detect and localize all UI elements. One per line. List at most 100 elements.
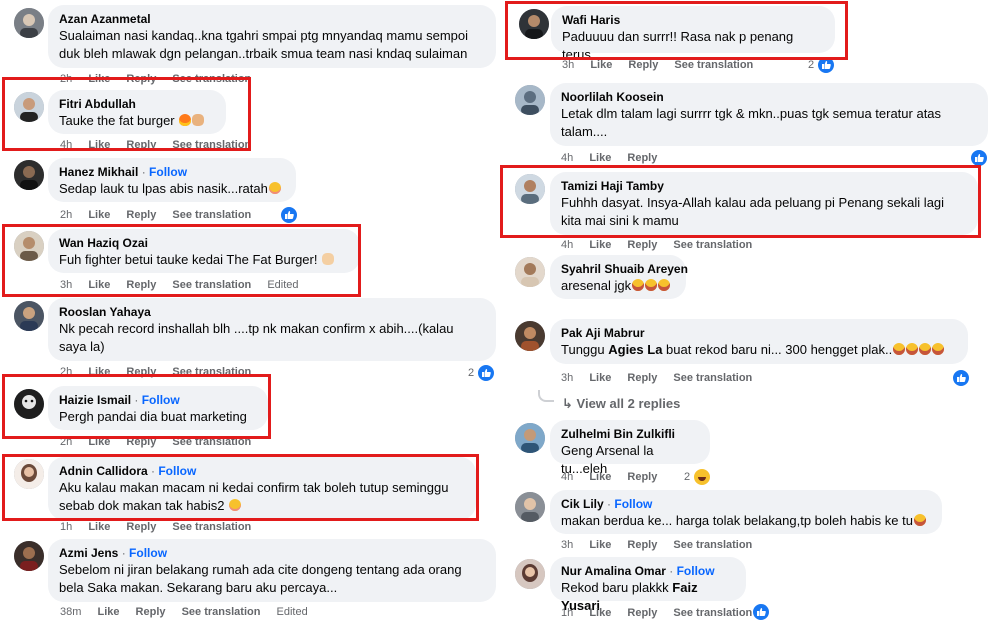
avatar[interactable] <box>515 559 545 589</box>
like-button[interactable]: Like <box>88 209 110 221</box>
follow-button[interactable]: Follow <box>129 546 167 560</box>
reactions[interactable]: 2 <box>808 56 836 74</box>
timestamp[interactable]: 2h <box>60 73 72 85</box>
reply-button[interactable]: Reply <box>126 366 156 378</box>
follow-button[interactable]: Follow <box>142 393 180 407</box>
avatar[interactable] <box>14 160 44 190</box>
avatar[interactable] <box>14 8 44 38</box>
reactions[interactable]: 2 <box>684 468 712 486</box>
avatar[interactable] <box>515 257 545 287</box>
reactions[interactable] <box>752 603 770 621</box>
avatar[interactable] <box>515 85 545 115</box>
reply-button[interactable]: Reply <box>126 436 156 448</box>
see-translation-link[interactable]: See translation <box>172 73 251 85</box>
follow-button[interactable]: Follow <box>158 464 196 478</box>
like-button[interactable]: Like <box>589 372 611 384</box>
author-name[interactable]: Wan Haziq Ozai <box>59 236 348 251</box>
mention-link[interactable]: Agies La <box>608 342 662 357</box>
like-button[interactable]: Like <box>589 152 611 164</box>
timestamp[interactable]: 1h <box>561 607 573 619</box>
timestamp[interactable]: 4h <box>60 139 72 151</box>
reply-button[interactable]: Reply <box>136 606 166 618</box>
see-translation-link[interactable]: See translation <box>674 59 753 71</box>
avatar[interactable] <box>515 423 545 453</box>
see-translation-link[interactable]: See translation <box>673 372 752 384</box>
follow-button[interactable]: Follow <box>614 497 652 511</box>
see-translation-link[interactable]: See translation <box>673 539 752 551</box>
avatar[interactable] <box>14 541 44 571</box>
author-name[interactable]: Hanez Mikhail <box>59 165 138 179</box>
reply-button[interactable]: Reply <box>126 279 156 291</box>
avatar[interactable] <box>515 492 545 522</box>
like-button[interactable]: Like <box>589 539 611 551</box>
avatar[interactable] <box>14 459 44 489</box>
timestamp[interactable]: 4h <box>561 239 573 251</box>
author-name[interactable]: Azmi Jens <box>59 546 118 560</box>
see-translation-link[interactable]: See translation <box>172 209 251 221</box>
reply-button[interactable]: Reply <box>126 209 156 221</box>
like-button[interactable]: Like <box>88 366 110 378</box>
timestamp[interactable]: 2h <box>60 209 72 221</box>
timestamp[interactable]: 3h <box>561 372 573 384</box>
reply-button[interactable]: Reply <box>126 73 156 85</box>
avatar[interactable] <box>14 231 44 261</box>
reactions[interactable] <box>280 206 298 224</box>
reactions[interactable] <box>970 149 988 167</box>
see-translation-link[interactable]: See translation <box>172 279 251 291</box>
timestamp[interactable]: 2h <box>60 366 72 378</box>
reply-button[interactable]: Reply <box>627 471 657 483</box>
author-name[interactable]: Rooslan Yahaya <box>59 305 484 320</box>
avatar[interactable] <box>519 9 549 39</box>
reply-button[interactable]: Reply <box>126 521 156 533</box>
author-name[interactable]: Fitri Abdullah <box>59 97 214 112</box>
timestamp[interactable]: 1h <box>60 521 72 533</box>
like-button[interactable]: Like <box>88 73 110 85</box>
timestamp[interactable]: 3h <box>561 539 573 551</box>
timestamp[interactable]: 4h <box>561 471 573 483</box>
see-translation-link[interactable]: See translation <box>172 436 251 448</box>
reply-button[interactable]: Reply <box>627 372 657 384</box>
reply-button[interactable]: Reply <box>627 239 657 251</box>
timestamp[interactable]: 2h <box>60 436 72 448</box>
follow-button[interactable]: Follow <box>677 564 715 578</box>
see-translation-link[interactable]: See translation <box>673 607 752 619</box>
author-name[interactable]: Noorlilah Koosein <box>561 90 976 105</box>
avatar[interactable] <box>515 321 545 351</box>
author-name[interactable]: Pak Aji Mabrur <box>561 326 956 341</box>
avatar[interactable] <box>14 301 44 331</box>
author-name[interactable]: Haizie Ismail <box>59 393 131 407</box>
timestamp[interactable]: 3h <box>60 279 72 291</box>
timestamp[interactable]: 3h <box>562 59 574 71</box>
reactions[interactable]: 2 <box>468 364 496 382</box>
author-name[interactable]: Nur Amalina Omar <box>561 564 666 578</box>
avatar[interactable] <box>14 92 44 122</box>
timestamp[interactable]: 38m <box>60 606 81 618</box>
reply-button[interactable]: Reply <box>628 59 658 71</box>
like-button[interactable]: Like <box>88 139 110 151</box>
see-translation-link[interactable]: See translation <box>172 366 251 378</box>
author-name[interactable]: Tamizi Haji Tamby <box>561 179 966 194</box>
follow-button[interactable]: Follow <box>149 165 187 179</box>
like-button[interactable]: Like <box>88 521 110 533</box>
author-name[interactable]: Syahril Shuaib Areyen <box>561 262 688 277</box>
reply-button[interactable]: Reply <box>126 139 156 151</box>
view-all-replies-link[interactable]: ↳ View all 2 replies <box>562 396 680 412</box>
reply-button[interactable]: Reply <box>627 539 657 551</box>
author-name[interactable]: Zulhelmi Bin Zulkifli <box>561 427 698 442</box>
like-button[interactable]: Like <box>97 606 119 618</box>
avatar[interactable] <box>515 174 545 204</box>
author-name[interactable]: Wafi Haris <box>562 13 823 28</box>
like-button[interactable]: Like <box>589 607 611 619</box>
like-button[interactable]: Like <box>589 471 611 483</box>
timestamp[interactable]: 4h <box>561 152 573 164</box>
author-name[interactable]: Azan Azanmetal <box>59 12 484 27</box>
see-translation-link[interactable]: See translation <box>172 521 251 533</box>
reply-button[interactable]: Reply <box>627 152 657 164</box>
reactions[interactable] <box>952 369 970 387</box>
author-name[interactable]: Cik Lily <box>561 497 604 511</box>
reply-button[interactable]: Reply <box>627 607 657 619</box>
see-translation-link[interactable]: See translation <box>673 239 752 251</box>
like-button[interactable]: Like <box>589 239 611 251</box>
see-translation-link[interactable]: See translation <box>172 139 251 151</box>
avatar[interactable] <box>14 389 44 419</box>
